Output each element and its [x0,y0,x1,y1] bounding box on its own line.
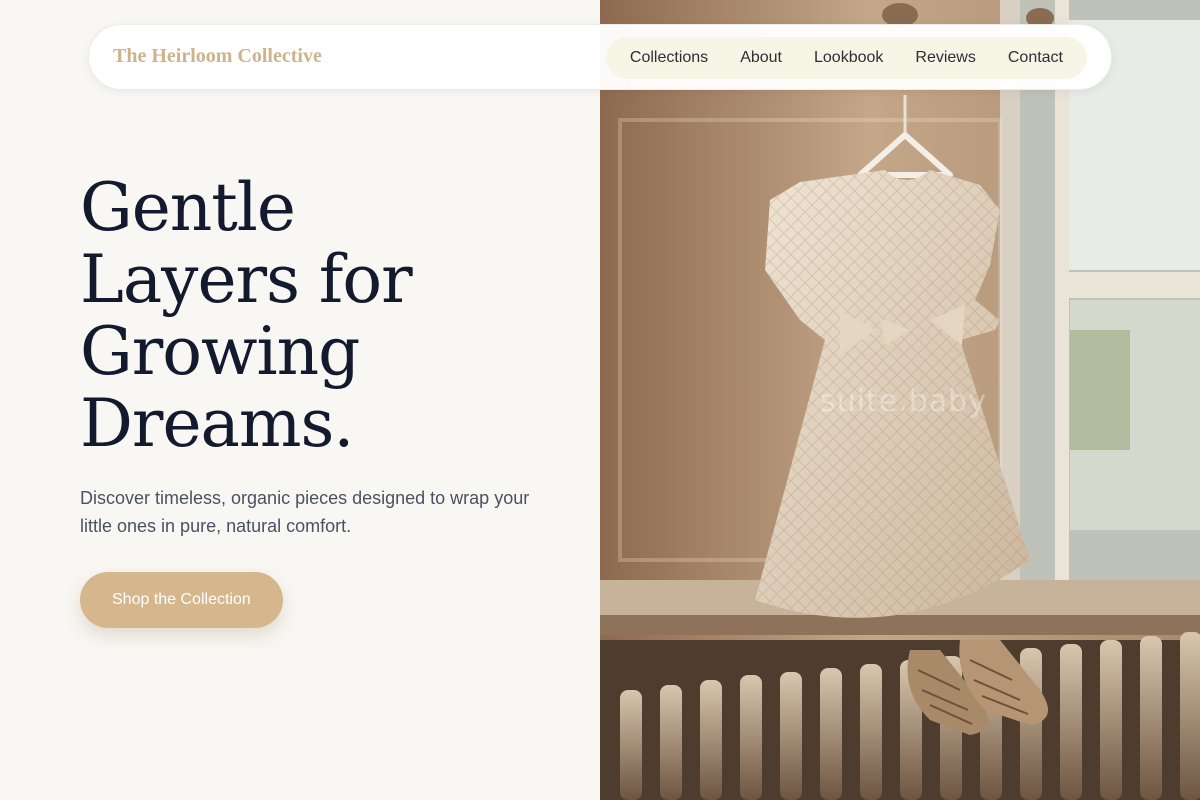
shop-collection-button[interactable]: Shop the Collection [80,572,283,628]
hero-photo: suite.baby [600,0,1200,800]
hero-left-panel: Gentle Layers for Growing Dreams. Discov… [0,0,600,800]
hero-title-line: Gentle [80,169,296,246]
nav-links: Collections About Lookbook Reviews Conta… [605,37,1087,79]
nav-link-lookbook[interactable]: Lookbook [798,49,899,67]
hero-subtitle: Discover timeless, organic pieces design… [80,488,530,536]
hero-title-line: Growing [80,313,360,390]
hero-title-line: Layers for [80,241,413,318]
nav-link-contact[interactable]: Contact [992,49,1079,67]
hero-title: Gentle Layers for Growing Dreams. [80,172,540,460]
navbar: The Heirloom Collective Collections Abou… [88,24,1112,90]
nav-link-collections[interactable]: Collections [614,49,724,67]
photo-watermark: suite.baby [820,384,987,419]
hero-title-line: Dreams. [80,385,354,462]
brand-logo-link[interactable]: The Heirloom Collective [113,45,322,68]
nav-link-about[interactable]: About [724,49,798,67]
nav-link-reviews[interactable]: Reviews [899,49,991,67]
